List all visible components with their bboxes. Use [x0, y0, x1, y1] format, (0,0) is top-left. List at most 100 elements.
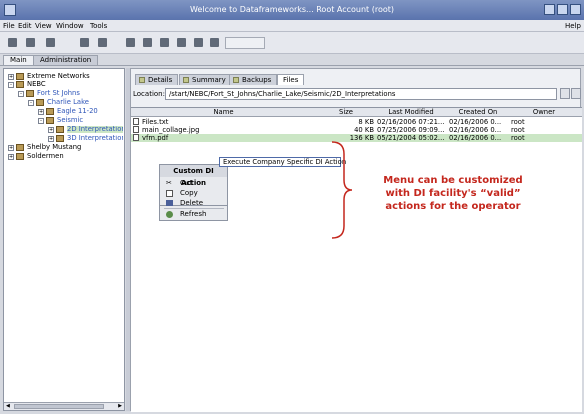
cut-tool-icon[interactable]: [126, 38, 135, 47]
col-modified[interactable]: Last Modified: [376, 109, 446, 116]
folder-icon: [36, 99, 44, 106]
new-icon[interactable]: [8, 38, 17, 47]
tab-backups-label: Backups: [242, 76, 272, 84]
cell-modified: 02/16/2006 07:21...: [377, 118, 445, 126]
tree-item-seismic[interactable]: Seismic: [57, 117, 83, 124]
folder-icon: [16, 81, 24, 88]
custom-action-submenu-item[interactable]: Execute Company Specific DI Action: [219, 157, 346, 167]
tree-item-eagle[interactable]: Eagle 11-20: [57, 108, 98, 115]
scroll-thumb[interactable]: [14, 404, 104, 409]
tree-item-shelby-mustang[interactable]: Shelby Mustang: [27, 144, 81, 151]
location-label: Location:: [133, 90, 165, 98]
paste-tool-icon[interactable]: [160, 38, 169, 47]
tree-item-extreme-networks[interactable]: Extreme Networks: [27, 73, 90, 80]
menu-bar: File Edit View Window Tools Help: [0, 20, 584, 32]
refresh-icon[interactable]: [98, 38, 107, 47]
location-bar: Location: /start/NEBC/Fort_St_Johns/Char…: [131, 86, 582, 102]
menu-file[interactable]: File: [3, 22, 15, 30]
toolbar: [0, 32, 584, 54]
toolbar-dropdown[interactable]: [225, 37, 265, 49]
cell-owner: root: [511, 134, 525, 142]
tab-details-label: Details: [148, 76, 173, 84]
view-options-icon[interactable]: [571, 88, 581, 99]
cell-owner: root: [511, 126, 525, 134]
backups-icon: [233, 77, 239, 83]
close-icon[interactable]: [570, 4, 581, 15]
tree-expander[interactable]: -: [8, 82, 14, 88]
user-icon[interactable]: [210, 38, 219, 47]
maximize-icon[interactable]: [557, 4, 568, 15]
location-field[interactable]: /start/NEBC/Fort_St_Johns/Charlie_Lake/S…: [165, 88, 557, 100]
menu-tools[interactable]: Tools: [90, 22, 107, 30]
tree-expander[interactable]: +: [8, 154, 14, 160]
folder-icon: [26, 90, 34, 97]
tab-main[interactable]: Main: [3, 55, 34, 65]
tab-files[interactable]: Files: [277, 74, 305, 85]
table-header: Name Size Last Modified Created On Owner: [131, 108, 582, 117]
scroll-right-icon[interactable]: ▶: [118, 404, 122, 409]
tree-item-charlie-lake[interactable]: Charlie Lake: [47, 99, 89, 106]
details-icon: [139, 77, 145, 83]
tree-item-fort-st-johns[interactable]: Fort St Johns: [37, 90, 80, 97]
tab-administration[interactable]: Administration: [33, 55, 99, 65]
cell-modified: 05/21/2004 05:02...: [377, 134, 445, 142]
folder-icon: [46, 108, 54, 115]
scroll-left-icon[interactable]: ◀: [6, 404, 10, 409]
tree-expander[interactable]: +: [8, 74, 14, 80]
annotation-line: actions for the operator: [385, 201, 521, 212]
pointer-icon[interactable]: [80, 38, 89, 47]
table-row[interactable]: main_collage.jpg 40 KB 07/25/2006 09:09.…: [131, 126, 582, 134]
folder-icon: [16, 153, 24, 160]
tree-item-2d-interpretation[interactable]: 2D Interpretation: [67, 126, 123, 133]
folder-icon: [56, 126, 64, 133]
col-size[interactable]: Size: [316, 109, 376, 116]
menu-item-refresh[interactable]: Refresh: [160, 209, 227, 219]
tab-backups[interactable]: Backups: [229, 74, 278, 85]
tree-expander[interactable]: +: [48, 127, 54, 133]
project-tree: + Extreme Networks - NEBC - Fort St John…: [3, 68, 125, 411]
tree-item-3d-interpretation[interactable]: 3D Interpretation: [67, 135, 123, 142]
main-tabs: Main Administration: [0, 54, 584, 65]
menu-window[interactable]: Window: [56, 22, 84, 30]
table-row[interactable]: vfm.pdf 136 KB 05/21/2004 05:02... 02/16…: [131, 134, 582, 142]
tree-expander[interactable]: +: [48, 136, 54, 142]
minimize-icon[interactable]: [544, 4, 555, 15]
menu-item-copy[interactable]: Copy: [160, 188, 227, 198]
window-title: Welcome to Dataframeworks... Root Accoun…: [189, 5, 395, 14]
annotation-line: with DI facility's “valid”: [385, 188, 521, 199]
cell-created: 02/16/2006 0...: [449, 126, 502, 134]
tree-horizontal-scrollbar[interactable]: ◀ ▶: [4, 402, 124, 410]
details-panel: Details Summary Backups Files Location: …: [130, 68, 582, 412]
col-owner[interactable]: Owner: [510, 109, 578, 116]
tree-item-soldermen[interactable]: Soldermen: [27, 153, 64, 160]
copy-tool-icon[interactable]: [143, 38, 152, 47]
tree-expander[interactable]: +: [38, 109, 44, 115]
copy-icon: [166, 190, 173, 197]
tool-icon[interactable]: [46, 38, 55, 47]
up-folder-icon[interactable]: [560, 88, 570, 99]
tab-details[interactable]: Details: [135, 74, 179, 85]
context-menu-header[interactable]: Custom DI Action: [160, 165, 227, 187]
cell-created: 02/16/2006 0...: [449, 134, 502, 142]
grid-icon[interactable]: [177, 38, 186, 47]
cell-name: vfm.pdf: [142, 134, 169, 142]
menu-view[interactable]: View: [35, 22, 52, 30]
col-name[interactable]: Name: [131, 109, 316, 116]
menu-item-refresh-label: Refresh: [180, 210, 207, 218]
col-created[interactable]: Created On: [446, 109, 510, 116]
menu-help[interactable]: Help: [565, 22, 581, 30]
menu-item-cut[interactable]: ✂ Cut: [160, 178, 227, 188]
settings-icon[interactable]: [194, 38, 203, 47]
table-row[interactable]: Files.txt 8 KB 02/16/2006 07:21... 02/16…: [131, 118, 582, 126]
tree-expander[interactable]: -: [38, 118, 44, 124]
menu-edit[interactable]: Edit: [18, 22, 32, 30]
cell-modified: 07/25/2006 09:09...: [377, 126, 445, 134]
tab-summary-label: Summary: [192, 76, 226, 84]
tree-expander[interactable]: -: [18, 91, 24, 97]
tree-expander[interactable]: +: [8, 145, 14, 151]
tree-expander[interactable]: -: [28, 100, 34, 106]
cell-size: 40 KB: [354, 126, 374, 134]
tree-item-nebc[interactable]: NEBC: [27, 81, 46, 88]
tab-summary[interactable]: Summary: [179, 74, 232, 85]
edit-icon[interactable]: [26, 38, 35, 47]
